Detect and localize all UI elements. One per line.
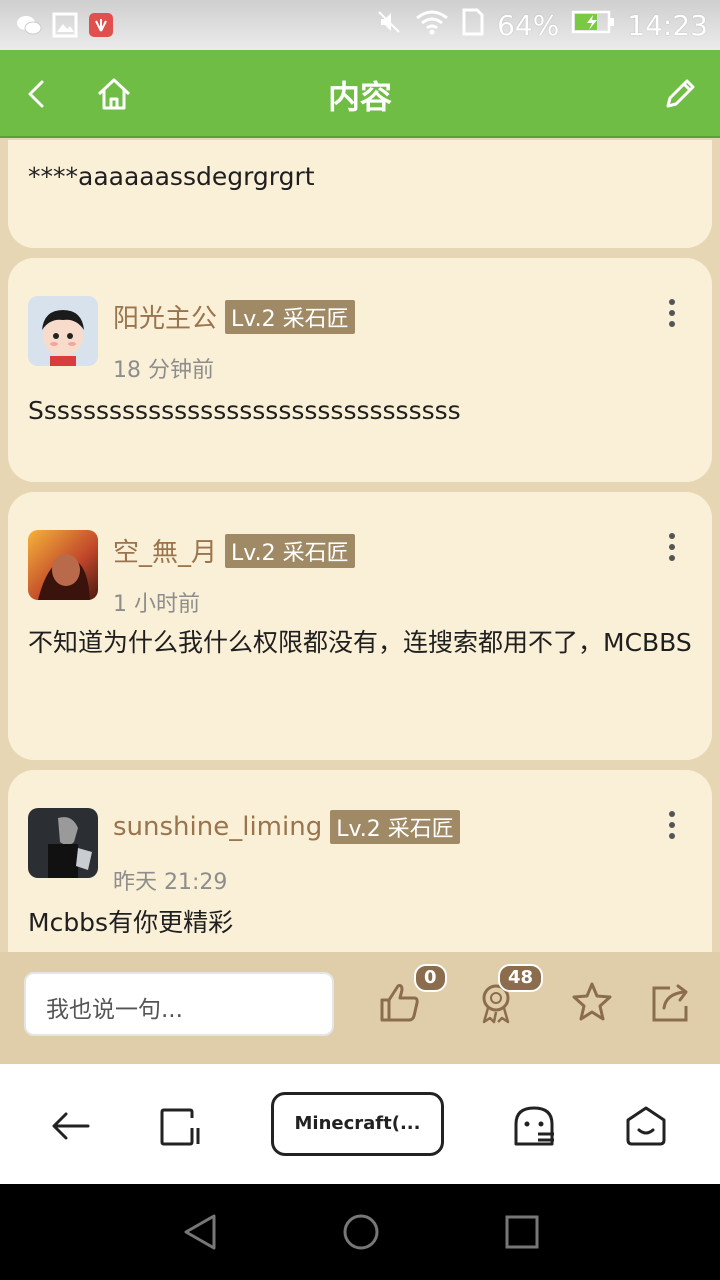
status-bar: 64% 14:23 (0, 0, 720, 50)
more-options-icon[interactable] (662, 530, 682, 564)
post-body: Sssssssssssssssssssssssssssssssss (28, 396, 461, 425)
battery-icon (571, 9, 615, 42)
share-icon[interactable] (650, 980, 694, 1024)
post-time: 18 分钟前 (113, 358, 214, 383)
rate-count-badge: 48 (498, 964, 544, 992)
nav-back-icon[interactable] (182, 1212, 222, 1252)
level-badge: Lv.2 采石匠 (330, 810, 460, 844)
post-body: 不知道为什么我什么权限都没有，连搜索都用不了，MCBBS (28, 628, 692, 657)
like-count-badge: 0 (414, 964, 447, 992)
reply-bar: 我也说一句... 0 48 (0, 952, 720, 1064)
username[interactable]: sunshine_liming Lv.2 采石匠 (113, 810, 460, 844)
level-badge: Lv.2 采石匠 (225, 533, 355, 568)
browser-toolbar: Minecraft(... (0, 1064, 720, 1184)
gallery-icon (52, 12, 78, 38)
post-card: 阳光主公 Lv.2 采石匠 18 分钟前 Sssssssssssssssssss… (8, 258, 712, 482)
wechat-icon (16, 12, 42, 38)
post-time: 昨天 21:29 (113, 870, 228, 895)
post-card: sunshine_liming Lv.2 采石匠 昨天 21:29 Mcbbs有… (8, 770, 712, 952)
sim-icon (461, 8, 485, 43)
tabs-icon[interactable] (158, 1104, 202, 1148)
edit-icon[interactable] (660, 74, 700, 114)
assistant-icon[interactable] (512, 1104, 556, 1148)
current-tab[interactable]: Minecraft(... (271, 1092, 444, 1156)
wifi-icon (415, 8, 449, 43)
avatar[interactable] (28, 296, 98, 366)
more-options-icon[interactable] (662, 296, 682, 330)
system-nav-bar (0, 1184, 720, 1280)
post-card: 空_無_月 Lv.2 采石匠 1 小时前 不知道为什么我什么权限都没有，连搜索都… (8, 492, 712, 760)
clock: 14:23 (627, 9, 708, 42)
avatar[interactable] (28, 808, 98, 878)
page-title: 内容 (327, 78, 392, 116)
star-icon[interactable] (570, 980, 614, 1024)
nav-recents-icon[interactable] (502, 1212, 542, 1252)
reply-input[interactable]: 我也说一句... (24, 972, 334, 1036)
nav-home-icon[interactable] (341, 1212, 381, 1252)
post-body: ****aaaaaassdegrgrgrt (28, 162, 315, 191)
more-options-icon[interactable] (662, 808, 682, 842)
browser-home-icon[interactable] (624, 1104, 668, 1148)
username[interactable]: 空_無_月 Lv.2 采石匠 (113, 532, 355, 569)
battery-percent: 64% (497, 9, 560, 42)
level-badge: Lv.2 采石匠 (225, 299, 355, 334)
mute-icon (375, 8, 403, 43)
app-header: 内容 (0, 50, 720, 138)
post-body: Mcbbs有你更精彩 (28, 908, 234, 937)
post-list[interactable]: ****aaaaaassdegrgrgrt 阳光主公 Lv.2 采石匠 18 分… (0, 140, 720, 952)
username[interactable]: 阳光主公 Lv.2 采石匠 (113, 298, 355, 335)
post-card: ****aaaaaassdegrgrgrt (8, 140, 712, 248)
avatar[interactable] (28, 530, 98, 600)
huawei-icon (88, 12, 114, 38)
post-time: 1 小时前 (113, 592, 200, 617)
browser-back-icon[interactable] (48, 1104, 92, 1148)
